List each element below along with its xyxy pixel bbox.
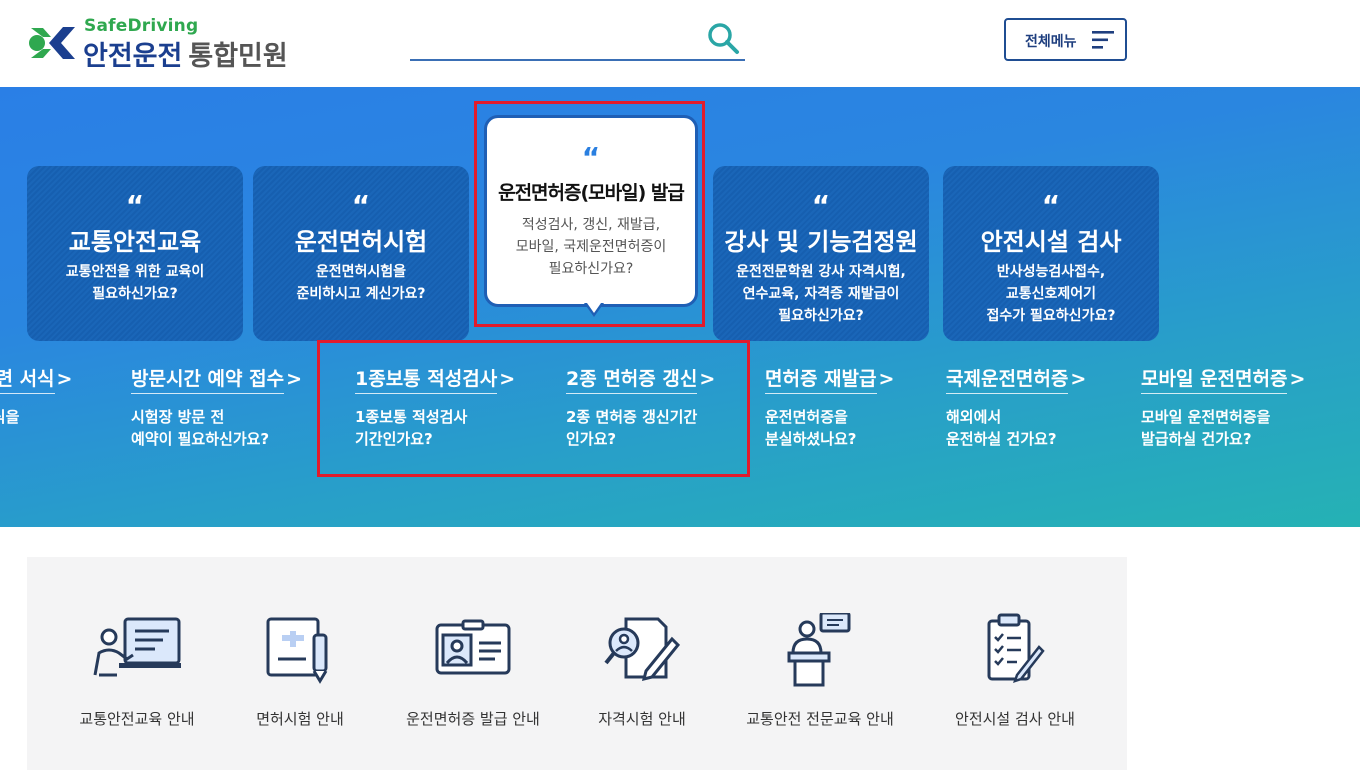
quote-icon: “ xyxy=(581,141,601,174)
chevron-right-icon: > xyxy=(1070,368,1087,390)
card-desc: 적성검사, 갱신, 재발급, 모바일, 국제운전면허증이 필요하신가요? xyxy=(515,217,667,277)
quote-icon: “ xyxy=(125,189,145,222)
logo-title-main: 안전운전 xyxy=(83,41,183,72)
search-input[interactable] xyxy=(410,22,700,56)
card-license-exam[interactable]: “ 운전면허시험 운전면허시험을 준비하시고 계신가요? xyxy=(253,166,469,341)
card-desc: 반사성능검사접수, 교통신호제어기 접수가 필요하신가요? xyxy=(986,264,1116,324)
chevron-right-icon: > xyxy=(499,368,516,390)
search-icon[interactable] xyxy=(705,20,741,56)
sublink-desc: 1종보통 적성검사 기간인가요? xyxy=(355,408,468,448)
card-license-issuance-active[interactable]: “ 운전면허증(모바일) 발급 적성검사, 갱신, 재발급, 모바일, 국제운전… xyxy=(484,115,698,307)
sublink-desc: 모바일 운전면허증을 발급하실 건가요? xyxy=(1141,408,1271,448)
card-safety-facility-inspection[interactable]: “ 안전시설 검사 반사성능검사접수, 교통신호제어기 접수가 필요하신가요? xyxy=(943,166,1159,341)
podium-speaker-icon xyxy=(787,613,851,687)
sublink-visit-reservation[interactable]: 방문시간 예약 접수 > 시험장 방문 전 예약이 필요하신가요? xyxy=(131,364,302,450)
card-desc-line: 교통안전을 위한 교육이 필요하신가요? xyxy=(65,264,205,302)
sublink-license-renewal[interactable]: 2종 면허증 갱신 > 2종 면허증 갱신기간 인가요? xyxy=(566,364,715,450)
qualification-search-icon xyxy=(604,617,681,682)
exam-document-icon xyxy=(266,617,328,684)
sublink-desc: 운전면허증을 분실하셨나요? xyxy=(765,408,857,448)
logo-clover-icon xyxy=(29,27,75,59)
sublink-desc: 서식을 xyxy=(0,408,20,426)
chevron-right-icon: > xyxy=(286,368,302,390)
service-qualification-exam[interactable]: 자격시험 안내 xyxy=(582,557,702,770)
sublink-title: 방문시간 예약 접수 xyxy=(131,364,285,394)
service-guide-panel: 교통안전교육 안내 면허시험 안내 운전면허증 발급 안내 자격시험 안내 교통… xyxy=(27,557,1127,770)
chevron-right-icon: > xyxy=(878,368,895,390)
site-logo[interactable]: SafeDriving 안전운전 통합민원 xyxy=(27,16,317,72)
site-header: SafeDriving 안전운전 통합민원 전체메뉴 xyxy=(0,0,1360,87)
service-label: 교통안전 전문교육 안내 xyxy=(746,710,894,728)
service-label: 자격시험 안내 xyxy=(598,710,686,728)
card-desc: 운전면허시험을 준비하시고 계신가요? xyxy=(261,261,461,305)
sublink-title: 관련 서식 xyxy=(0,364,55,394)
hamburger-menu-icon xyxy=(1092,31,1114,49)
sublink-international-license[interactable]: 국제운전면허증 > 해외에서 운전하실 건가요? xyxy=(946,364,1086,450)
sublink-title: 2종 면허증 갱신 xyxy=(566,364,698,394)
logo-title-sub: 통합민원 xyxy=(188,41,288,72)
service-label: 면허시험 안내 xyxy=(256,710,344,728)
chevron-right-icon: > xyxy=(1289,368,1306,390)
service-traffic-education[interactable]: 교통안전교육 안내 xyxy=(67,557,207,770)
service-label: 교통안전교육 안내 xyxy=(79,710,195,728)
card-desc: 운전전문학원 강사 자격시험, 연수교육, 자격증 재발급이 필요하신가요? xyxy=(736,264,906,324)
sublink-forms[interactable]: 관련 서식> 서식을 xyxy=(0,364,72,428)
sublink-desc: 해외에서 운전하실 건가요? xyxy=(946,408,1057,448)
service-expert-education[interactable]: 교통안전 전문교육 안내 xyxy=(739,557,901,770)
chevron-right-icon: > xyxy=(56,368,73,390)
sublink-title: 국제운전면허증 xyxy=(946,364,1069,394)
all-menu-label: 전체메뉴 xyxy=(1025,34,1077,50)
card-title: 안전시설 검사 xyxy=(980,228,1122,256)
logo-subtitle: SafeDriving xyxy=(84,16,199,36)
lecture-icon xyxy=(93,617,181,677)
card-title: 강사 및 기능검정원 xyxy=(724,228,918,256)
sublink-title: 1종보통 적성검사 xyxy=(355,364,498,394)
card-traffic-safety-education[interactable]: “ 교통안전교육 교통안전을 위한 교육이 필요하신가요? xyxy=(27,166,243,341)
sublink-mobile-license[interactable]: 모바일 운전면허증 > 모바일 운전면허증을 발급하실 건가요? xyxy=(1141,364,1305,450)
sublink-aptitude-test[interactable]: 1종보통 적성검사 > 1종보통 적성검사 기간인가요? xyxy=(355,364,515,450)
card-title: 운전면허시험 xyxy=(294,228,428,256)
quote-icon: “ xyxy=(351,189,371,222)
license-card-icon xyxy=(435,619,511,675)
card-desc-line: 운전면허시험을 준비하시고 계신가요? xyxy=(296,264,426,302)
hero-section: “ 교통안전교육 교통안전을 위한 교육이 필요하신가요? “ 운전면허시험 운… xyxy=(0,87,1360,527)
card-title: 운전면허증(모바일) 발급 xyxy=(498,182,685,204)
all-menu-button[interactable]: 전체메뉴 xyxy=(1004,18,1127,61)
search-bar xyxy=(410,18,745,61)
checklist-clipboard-icon xyxy=(987,613,1045,683)
sublink-title: 모바일 운전면허증 xyxy=(1141,364,1288,394)
logo-title: 안전운전 통합민원 xyxy=(83,34,288,73)
card-desc: 교통안전을 위한 교육이 필요하신가요? xyxy=(35,261,235,305)
active-card-pointer-inner xyxy=(587,303,601,313)
service-license-exam[interactable]: 면허시험 안내 xyxy=(240,557,360,770)
sublink-license-reissue[interactable]: 면허증 재발급 > 운전면허증을 분실하셨나요? xyxy=(765,364,894,450)
sublink-title: 면허증 재발급 xyxy=(765,364,877,394)
sublink-desc: 시험장 방문 전 예약이 필요하신가요? xyxy=(131,408,270,448)
card-instructor-examiner[interactable]: “ 강사 및 기능검정원 운전전문학원 강사 자격시험, 연수교육, 자격증 재… xyxy=(713,166,929,341)
card-title: 교통안전교육 xyxy=(68,228,202,256)
service-label: 안전시설 검사 안내 xyxy=(955,710,1075,728)
service-license-issuance[interactable]: 운전면허증 발급 안내 xyxy=(393,557,553,770)
chevron-right-icon: > xyxy=(699,368,716,390)
quote-icon: “ xyxy=(1041,189,1061,222)
quote-icon: “ xyxy=(811,189,831,222)
service-label: 운전면허증 발급 안내 xyxy=(406,710,540,728)
sublink-desc: 2종 면허증 갱신기간 인가요? xyxy=(566,408,698,448)
service-facility-inspection[interactable]: 안전시설 검사 안내 xyxy=(945,557,1085,770)
